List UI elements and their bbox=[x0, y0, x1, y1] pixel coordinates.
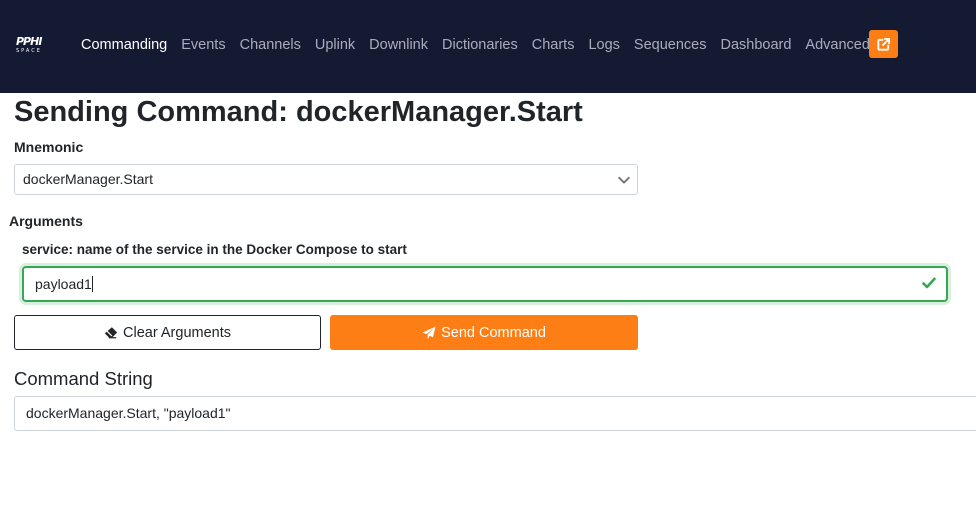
nav-item-uplink[interactable]: Uplink bbox=[308, 35, 362, 55]
text-caret bbox=[91, 276, 93, 292]
command-string-heading: Command String bbox=[14, 368, 153, 389]
top-navbar: PPHI SPACE Commanding Events Channels Up… bbox=[0, 0, 976, 93]
send-command-button[interactable]: Send Command bbox=[330, 315, 638, 350]
command-string-field[interactable]: dockerManager.Start, "payload1" bbox=[14, 396, 976, 431]
nav-item-commanding[interactable]: Commanding bbox=[74, 35, 174, 55]
mnemonic-select-value: dockerManager.Start bbox=[23, 171, 153, 187]
nav-item-sequences[interactable]: Sequences bbox=[627, 35, 714, 55]
valid-check-icon bbox=[922, 277, 936, 289]
mnemonic-select[interactable]: dockerManager.Start bbox=[14, 164, 638, 195]
nav-links: Commanding Events Channels Uplink Downli… bbox=[74, 35, 877, 55]
clear-arguments-button[interactable]: Clear Arguments bbox=[14, 315, 321, 350]
mnemonic-label: Mnemonic bbox=[14, 139, 84, 155]
nav-item-downlink[interactable]: Downlink bbox=[362, 35, 435, 55]
nav-item-charts[interactable]: Charts bbox=[525, 35, 582, 55]
page-title: Sending Command: dockerManager.Start bbox=[14, 96, 583, 128]
nav-item-dictionaries[interactable]: Dictionaries bbox=[435, 35, 525, 55]
argument-service-label: service: name of the service in the Dock… bbox=[22, 242, 407, 257]
external-link-button[interactable] bbox=[869, 30, 898, 58]
brand-logo[interactable]: PPHI SPACE bbox=[16, 36, 58, 54]
nav-item-logs[interactable]: Logs bbox=[581, 35, 626, 55]
nav-item-dashboard[interactable]: Dashboard bbox=[713, 35, 798, 55]
nav-item-events[interactable]: Events bbox=[174, 35, 232, 55]
nav-item-advanced[interactable]: Advanced bbox=[798, 35, 877, 55]
external-link-icon bbox=[877, 37, 891, 51]
argument-service-value: payload1 bbox=[35, 276, 92, 292]
nav-item-channels[interactable]: Channels bbox=[233, 35, 308, 55]
brand-logo-text: PPHI bbox=[16, 35, 42, 48]
brand-logo-subtext: SPACE bbox=[16, 48, 42, 54]
eraser-icon bbox=[104, 327, 118, 339]
paper-plane-icon bbox=[422, 325, 436, 339]
send-command-label: Send Command bbox=[441, 324, 546, 341]
command-string-value: dockerManager.Start, "payload1" bbox=[26, 405, 231, 421]
clear-arguments-label: Clear Arguments bbox=[123, 324, 231, 341]
argument-service-input[interactable]: payload1 bbox=[22, 266, 948, 302]
chevron-down-icon bbox=[618, 176, 630, 184]
arguments-label: Arguments bbox=[9, 213, 83, 229]
